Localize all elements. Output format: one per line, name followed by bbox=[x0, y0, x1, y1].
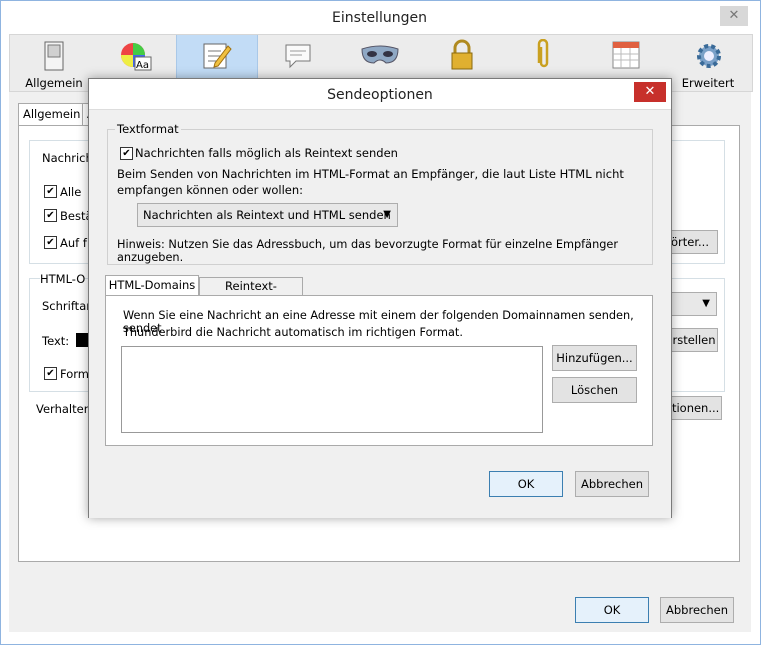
textformat-heading: Textformat bbox=[115, 122, 181, 136]
dialog-ok-button[interactable]: OK bbox=[489, 471, 563, 497]
svg-text:Aa: Aa bbox=[136, 60, 149, 71]
delete-domain-button[interactable]: Löschen bbox=[552, 377, 637, 403]
calendar-icon bbox=[612, 41, 640, 69]
domain-desc-line2: Thunderbird die Nachricht automatisch im… bbox=[123, 326, 463, 339]
chevron-down-icon: ▼ bbox=[383, 209, 391, 220]
cancel-button[interactable]: Abbrechen bbox=[660, 597, 734, 623]
compose-pencil-icon bbox=[203, 43, 232, 69]
text-color-swatch[interactable] bbox=[76, 333, 88, 347]
switch-icon bbox=[44, 41, 64, 71]
gear-icon bbox=[697, 44, 721, 68]
alle-checkbox[interactable]: ✔ bbox=[44, 185, 57, 198]
chat-bubble-icon bbox=[285, 44, 311, 69]
erstellen-button[interactable]: rstellen bbox=[670, 328, 718, 352]
send-plain-checkbox[interactable]: ✔ bbox=[120, 147, 133, 160]
toolbar-chat[interactable] bbox=[258, 35, 338, 75]
toolbar-datenschutz[interactable] bbox=[340, 35, 420, 75]
toolbar-label: Allgemein bbox=[25, 76, 83, 90]
auf-checkbox[interactable]: ✔ bbox=[44, 236, 57, 249]
chevron-down-icon: ▼ bbox=[702, 298, 710, 309]
paperclip-icon bbox=[537, 39, 549, 68]
add-domain-button[interactable]: Hinzufügen... bbox=[552, 345, 637, 371]
window-close-button[interactable]: ✕ bbox=[720, 6, 748, 26]
toolbar-erweitert[interactable]: Erweitert bbox=[668, 35, 748, 91]
tab-allgemein[interactable]: Allgemein bbox=[18, 103, 86, 126]
toolbar-anhaenge[interactable] bbox=[504, 35, 584, 75]
dialog-cancel-button[interactable]: Abbrechen bbox=[575, 471, 649, 497]
form-checkbox[interactable]: ✔ bbox=[44, 367, 57, 380]
font-select[interactable]: ▼ bbox=[670, 292, 717, 316]
tab-reintext-domains[interactable]: Reintext-Domains bbox=[199, 277, 303, 310]
auf-label: Auf f bbox=[60, 236, 87, 250]
window-title: Einstellungen bbox=[332, 10, 427, 26]
alle-label: Alle bbox=[60, 185, 82, 199]
toolbar-label: Erweitert bbox=[681, 76, 735, 90]
toolbar-kalender[interactable] bbox=[586, 35, 666, 75]
domain-list[interactable] bbox=[121, 346, 543, 433]
format-select[interactable]: Nachrichten als Reintext und HTML senden… bbox=[137, 203, 398, 227]
toolbar-verfassen[interactable] bbox=[176, 35, 258, 79]
toolbar-sicherheit[interactable] bbox=[422, 35, 502, 75]
bestae-checkbox[interactable]: ✔ bbox=[44, 209, 57, 222]
form-label: Form bbox=[60, 367, 89, 381]
nachrichten-heading: Nachrich bbox=[42, 151, 93, 165]
verhalten-label: Verhalten bbox=[36, 402, 91, 416]
info-text-line2: empfangen können oder wollen: bbox=[117, 183, 304, 197]
mask-icon bbox=[361, 45, 399, 64]
toolbar-ansicht[interactable]: Aa bbox=[96, 35, 176, 75]
send-plain-label: Nachrichten falls möglich als Reintext s… bbox=[135, 146, 398, 160]
dialog-close-button[interactable]: ✕ bbox=[634, 82, 666, 102]
send-options-dialog: Sendeoptionen ✕ Textformat ✔ Nachrichten… bbox=[88, 78, 672, 518]
tab-html-domains[interactable]: HTML-Domains bbox=[105, 275, 199, 296]
info-text-line1: Beim Senden von Nachrichten im HTML-Form… bbox=[117, 167, 624, 181]
text-label: Text: bbox=[42, 334, 70, 348]
format-select-value: Nachrichten als Reintext und HTML senden bbox=[143, 208, 391, 222]
hint-text: Hinweis: Nutzen Sie das Adressbuch, um d… bbox=[117, 238, 618, 264]
color-palette-icon: Aa bbox=[121, 43, 152, 71]
html-options-heading: HTML-O bbox=[40, 272, 86, 286]
ok-button[interactable]: OK bbox=[575, 597, 649, 623]
toolbar-allgemein[interactable]: Allgemein bbox=[14, 35, 94, 91]
lock-icon bbox=[451, 39, 473, 70]
dialog-title: Sendeoptionen bbox=[327, 87, 433, 103]
